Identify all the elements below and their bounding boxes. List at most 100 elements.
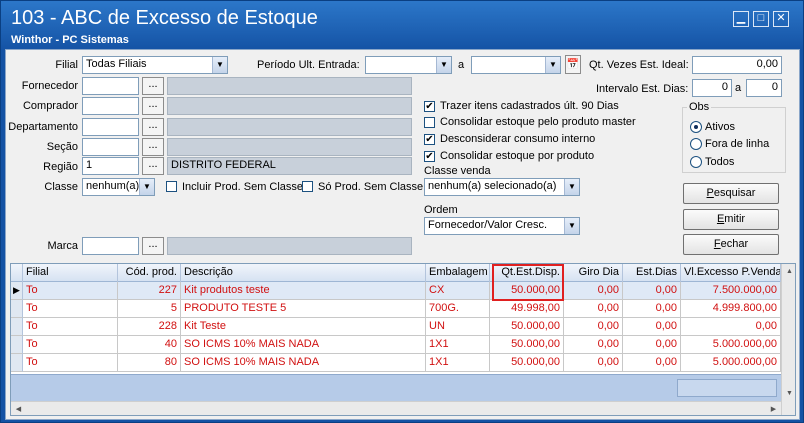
column-header[interactable]: Giro Dia: [564, 264, 623, 282]
pesquisar-label: esquisar: [713, 187, 756, 199]
periodo-separator: a: [458, 59, 465, 71]
fechar-button[interactable]: Fechar: [683, 234, 779, 255]
filial-value: Todas Filiais: [86, 58, 147, 70]
table-cell: 0,00: [623, 354, 681, 372]
table-cell: 5.000.000,00: [681, 336, 781, 354]
footer-total-cell: [677, 379, 777, 397]
table-row[interactable]: ▶ To 227 Kit produtos teste CX 50.000,00 0,00 0…: [11, 282, 781, 300]
desconsiderar-checkbox[interactable]: ✔: [424, 134, 435, 145]
pesquisar-mnemonic: P: [706, 187, 714, 199]
table-cell: 227: [118, 282, 181, 300]
column-header[interactable]: Qt.Est.Disp.: [490, 264, 564, 282]
emitir-button[interactable]: Emitir: [683, 209, 779, 230]
periodo-from-date[interactable]: ▼: [365, 56, 452, 74]
classe-select[interactable]: nenhum(a) ▼: [82, 178, 155, 196]
table-cell: 228: [118, 318, 181, 336]
fornecedor-label: Fornecedor: [21, 80, 78, 92]
column-header[interactable]: Filial: [23, 264, 118, 282]
chevron-down-icon: ▼: [564, 218, 579, 234]
table-cell: PRODUTO TESTE 5: [181, 300, 426, 318]
chevron-down-icon: ▼: [564, 179, 579, 195]
filial-select[interactable]: Todas Filiais ▼: [82, 56, 228, 74]
qt-vezes-input[interactable]: 0,00: [692, 56, 782, 74]
classe-venda-select[interactable]: nenhum(a) selecionado(a) ▼: [424, 178, 580, 196]
ativos-radio[interactable]: [690, 121, 702, 133]
column-header[interactable]: Descrição: [181, 264, 426, 282]
scroll-up-icon[interactable]: ▲: [782, 264, 795, 279]
ordem-select[interactable]: Fornecedor/Valor Cresc. ▼: [424, 217, 580, 235]
departamento-search-button[interactable]: ...: [142, 118, 164, 136]
table-cell: 0,00: [564, 318, 623, 336]
so-sem-classe-checkbox[interactable]: [302, 181, 313, 192]
incluir-label: Incluir Prod. Sem Classe: [182, 181, 304, 193]
table-cell: 49.998,00: [490, 300, 564, 318]
trazer-label: Trazer itens cadastrados últ. 90 Dias: [440, 100, 619, 112]
scroll-right-icon[interactable]: ▶: [766, 402, 781, 415]
fornecedor-search-button[interactable]: ...: [142, 77, 164, 95]
maximize-button[interactable]: □: [753, 11, 769, 27]
table-cell: CX: [426, 282, 490, 300]
departamento-code-input[interactable]: [82, 118, 139, 136]
consolidar-master-checkbox[interactable]: [424, 117, 435, 128]
regiao-code-input[interactable]: 1: [82, 157, 139, 175]
comprador-search-button[interactable]: ...: [142, 97, 164, 115]
consolidar-produto-checkbox[interactable]: ✔: [424, 151, 435, 162]
table-cell: 50.000,00: [490, 354, 564, 372]
regiao-label: Região: [43, 161, 78, 173]
table-row[interactable]: To 228 Kit Teste UN 50.000,00 0,00 0,00 0,00: [11, 318, 781, 336]
table-cell: To: [23, 300, 118, 318]
intervalo-to-input[interactable]: 0: [746, 79, 782, 97]
table-cell: 50.000,00: [490, 318, 564, 336]
fora-de-linha-radio[interactable]: [690, 138, 702, 150]
results-grid[interactable]: Filial Cód. prod. Descrição Embalagem Qt.Est…: [10, 263, 796, 416]
marca-search-button[interactable]: ...: [142, 237, 164, 255]
regiao-name-field: DISTRITO FEDERAL: [167, 157, 412, 175]
regiao-search-button[interactable]: ...: [142, 157, 164, 175]
column-header[interactable]: Cód. prod.: [118, 264, 181, 282]
table-row[interactable]: To 80 SO ICMS 10% MAIS NADA 1X1 50.000,00 0,0…: [11, 354, 781, 372]
column-header[interactable]: Embalagem: [426, 264, 490, 282]
table-cell: 0,00: [564, 354, 623, 372]
table-cell: SO ICMS 10% MAIS NADA: [181, 354, 426, 372]
table-cell: 0,00: [623, 318, 681, 336]
todos-radio[interactable]: [690, 156, 702, 168]
classe-venda-value: nenhum(a) selecionado(a): [428, 180, 557, 192]
incluir-checkbox[interactable]: [166, 181, 177, 192]
row-indicator: [11, 336, 23, 354]
table-cell: 0,00: [564, 282, 623, 300]
marca-name-field: [167, 237, 412, 255]
table-cell: 7.500.000,00: [681, 282, 781, 300]
vertical-scrollbar[interactable]: ▲ ▼: [781, 264, 795, 415]
scroll-down-icon[interactable]: ▼: [782, 386, 795, 401]
periodo-to-date[interactable]: ▼: [471, 56, 561, 74]
secao-search-button[interactable]: ...: [142, 138, 164, 156]
table-cell: To: [23, 336, 118, 354]
horizontal-scrollbar[interactable]: ◀ ▶: [11, 401, 781, 415]
table-cell: To: [23, 282, 118, 300]
table-row[interactable]: To 5 PRODUTO TESTE 5 700G. 49.998,00 0,00 0,00…: [11, 300, 781, 318]
chevron-down-icon: ▼: [139, 179, 154, 195]
trazer-checkbox[interactable]: ✔: [424, 101, 435, 112]
column-header[interactable]: Vl.Excesso P.Venda: [681, 264, 781, 282]
marca-code-input[interactable]: [82, 237, 139, 255]
row-indicator: [11, 300, 23, 318]
intervalo-from-input[interactable]: 0: [692, 79, 732, 97]
calendar-icon[interactable]: 📅: [565, 55, 581, 74]
column-header[interactable]: Est.Dias: [623, 264, 681, 282]
table-row[interactable]: To 40 SO ICMS 10% MAIS NADA 1X1 50.000,00 0,0…: [11, 336, 781, 354]
secao-code-input[interactable]: [82, 138, 139, 156]
minimize-button[interactable]: ▁: [733, 11, 749, 27]
fornecedor-code-input[interactable]: [82, 77, 139, 95]
fornecedor-name-field: [167, 77, 412, 95]
filial-label: Filial: [55, 59, 78, 71]
close-button[interactable]: ✕: [773, 11, 789, 27]
obs-title: Obs: [687, 101, 712, 113]
row-indicator: ▶: [11, 282, 23, 300]
table-cell: To: [23, 354, 118, 372]
table-cell: UN: [426, 318, 490, 336]
scroll-left-icon[interactable]: ◀: [11, 402, 26, 415]
comprador-label: Comprador: [22, 100, 78, 112]
pesquisar-button[interactable]: Pesquisar: [683, 183, 779, 204]
row-indicator: [11, 318, 23, 336]
comprador-code-input[interactable]: [82, 97, 139, 115]
